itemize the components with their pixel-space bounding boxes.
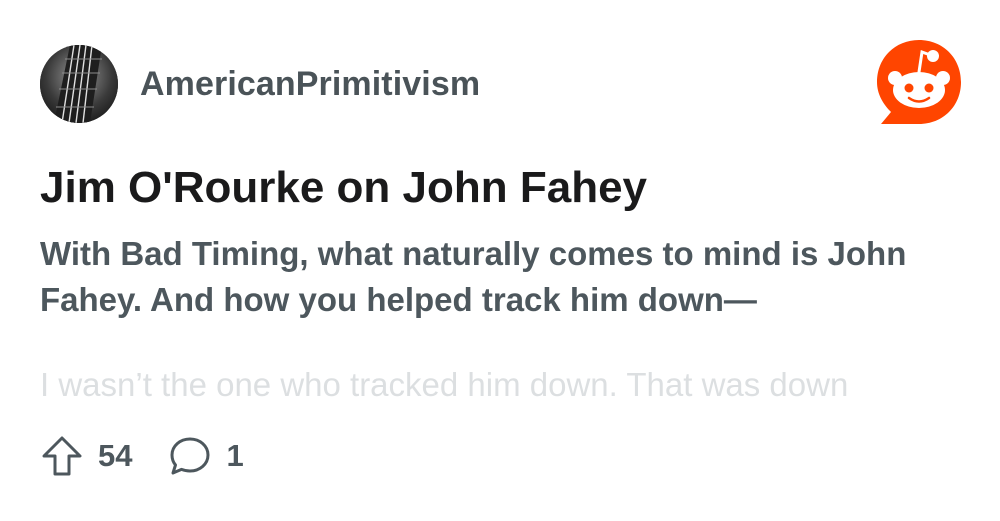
comment-bubble-icon[interactable] [168, 434, 212, 478]
post-subtitle: With Bad Timing, what naturally comes to… [40, 235, 907, 318]
upvote-button[interactable]: 54 [40, 434, 132, 478]
comment-count: 1 [226, 438, 244, 473]
upvote-arrow-icon[interactable] [40, 434, 84, 478]
upvote-count: 54 [98, 438, 133, 473]
post-header: AmericanPrimitivism [40, 44, 480, 124]
post-stats: 54 1 [40, 432, 280, 480]
reddit-logo-icon [877, 40, 961, 124]
post-body-preview: I wasn’t the one who tracked him down. T… [40, 366, 849, 403]
post-title[interactable]: Jim O'Rourke on John Fahey [40, 162, 647, 214]
subreddit-avatar[interactable] [40, 45, 118, 123]
subreddit-name[interactable]: AmericanPrimitivism [140, 65, 480, 104]
comment-button[interactable]: 1 [168, 434, 244, 478]
post-card[interactable]: AmericanPrimitivism Jim O'Rourke on John… [0, 0, 1000, 521]
